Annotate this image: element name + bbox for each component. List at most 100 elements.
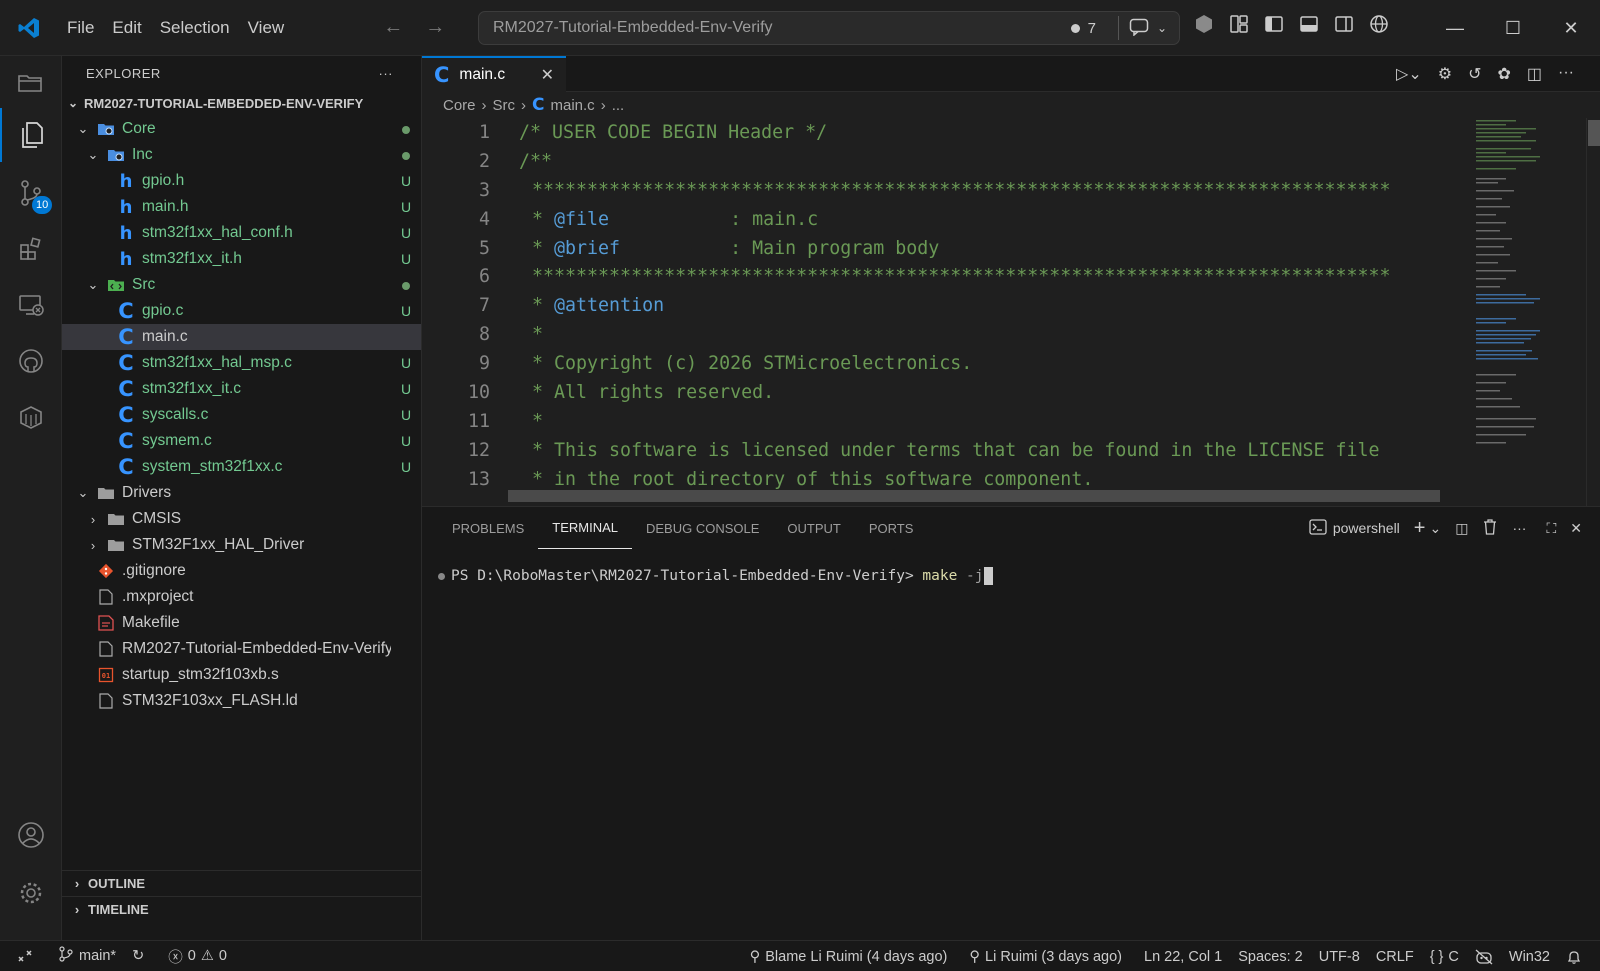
- openai-icon[interactable]: ✿: [1497, 64, 1510, 84]
- git-blame[interactable]: ⚲ Blame Li Ruimi (4 days ago): [742, 949, 956, 965]
- tab-terminal[interactable]: TERMINAL: [538, 507, 632, 549]
- line-endings[interactable]: CRLF: [1368, 949, 1422, 965]
- tab-main-c[interactable]: C main.c ✕: [422, 56, 566, 92]
- split-terminal-icon[interactable]: ◫: [1455, 520, 1468, 537]
- copilot-chat-icon[interactable]: [1129, 18, 1149, 39]
- explorer-files-icon[interactable]: [0, 108, 62, 162]
- file-gpio-c[interactable]: C gpio.c U: [62, 298, 421, 324]
- file-startup-s[interactable]: 01 startup_stm32f103xb.s: [62, 662, 421, 688]
- tab-ports[interactable]: PORTS: [855, 507, 928, 549]
- remote-explorer-icon[interactable]: [0, 278, 62, 332]
- outline-section[interactable]: › OUTLINE: [62, 870, 422, 896]
- back-arrow-icon[interactable]: ←: [383, 16, 403, 39]
- maximize-panel-icon[interactable]: ⛶: [1546, 520, 1556, 537]
- horizontal-scrollbar[interactable]: [508, 490, 1440, 502]
- settings-gear-icon[interactable]: ⚙: [1438, 64, 1452, 84]
- terminal-shell-name[interactable]: powershell: [1333, 520, 1400, 536]
- toggle-panel-icon[interactable]: [1299, 14, 1319, 37]
- copilot-icon[interactable]: [1467, 949, 1501, 965]
- menu-edit[interactable]: Edit: [103, 18, 150, 38]
- toggle-primary-sidebar-icon[interactable]: [1264, 14, 1284, 37]
- cursor-position[interactable]: Ln 22, Col 1: [1136, 949, 1230, 965]
- close-tab-icon[interactable]: ✕: [541, 65, 554, 85]
- file-sysmem-c[interactable]: C sysmem.c U: [62, 428, 421, 454]
- sync-icon[interactable]: ↻: [124, 948, 152, 964]
- file-main-h[interactable]: h main.h U: [62, 194, 421, 220]
- folder-src[interactable]: ⌄ Src: [62, 272, 421, 298]
- source-control-icon[interactable]: 10: [0, 166, 62, 220]
- menu-selection[interactable]: Selection: [151, 18, 239, 38]
- tab-problems[interactable]: PROBLEMS: [438, 507, 538, 549]
- menu-file[interactable]: File: [58, 18, 103, 38]
- folder-drivers[interactable]: ⌄ Drivers: [62, 480, 421, 506]
- customize-layout-icon[interactable]: [1229, 14, 1249, 37]
- accounts-icon[interactable]: [0, 808, 62, 862]
- forward-arrow-icon[interactable]: →: [425, 16, 445, 39]
- bell-icon[interactable]: [1558, 949, 1590, 965]
- close-window-icon[interactable]: ✕: [1542, 18, 1600, 39]
- history-icon[interactable]: ↺: [1468, 64, 1481, 84]
- menu-view[interactable]: View: [239, 18, 294, 38]
- minimap[interactable]: [1472, 118, 1592, 506]
- indentation[interactable]: Spaces: 2: [1230, 949, 1311, 965]
- toggle-secondary-sidebar-icon[interactable]: [1334, 14, 1354, 37]
- code-editor[interactable]: 1 /* USER CODE BEGIN Header */ 2 /** 3 *…: [422, 118, 1600, 506]
- maximize-icon[interactable]: ☐: [1484, 18, 1542, 39]
- file-syscalls-c[interactable]: C syscalls.c U: [62, 402, 421, 428]
- tab-debug-console[interactable]: DEBUG CONSOLE: [632, 507, 773, 549]
- chevron-down-icon[interactable]: ⌄: [1157, 21, 1167, 35]
- git-commit-icon: ⚲: [749, 948, 761, 965]
- breadcrumb-core[interactable]: Core: [443, 97, 476, 114]
- file-gpio-h[interactable]: h gpio.h U: [62, 168, 421, 194]
- editor-actions: ▷⌄ ⚙ ↺ ✿ ◫ ···: [1396, 64, 1574, 84]
- problems-indicator[interactable]: ⓧ 0 ⚠ 0: [160, 946, 235, 967]
- remote-indicator-icon[interactable]: [0, 941, 50, 971]
- explorer-folders-icon[interactable]: [0, 56, 62, 110]
- breadcrumb-symbol[interactable]: ...: [612, 97, 625, 114]
- file-gitignore[interactable]: .gitignore: [62, 558, 421, 584]
- file-makefile[interactable]: Makefile: [62, 610, 421, 636]
- file-mxproject[interactable]: .mxproject: [62, 584, 421, 610]
- breadcrumb-file[interactable]: main.c: [551, 97, 595, 114]
- file-main-c[interactable]: C main.c: [62, 324, 421, 350]
- containers-icon[interactable]: [0, 390, 62, 444]
- run-debug-icon[interactable]: ▷⌄: [1396, 64, 1422, 84]
- accounts-cube-icon[interactable]: [1194, 14, 1214, 37]
- folder-hal-driver[interactable]: › STM32F1xx_HAL_Driver: [62, 532, 421, 558]
- timeline-section[interactable]: › TIMELINE: [62, 896, 422, 922]
- file-ioc[interactable]: RM2027-Tutorial-Embedded-Env-Verify.ioc: [62, 636, 421, 662]
- command-center[interactable]: RM2027-Tutorial-Embedded-Env-Verify 7 ⌄: [478, 11, 1180, 45]
- breadcrumb-src[interactable]: Src: [493, 97, 516, 114]
- chevron-down-icon[interactable]: ⌄: [1429, 520, 1441, 537]
- folder-inc[interactable]: ⌄ Inc: [62, 142, 421, 168]
- language-mode[interactable]: { } C: [1422, 949, 1467, 965]
- more-actions-icon[interactable]: ···: [1558, 64, 1574, 84]
- workspace-root[interactable]: ⌄ RM2027-TUTORIAL-EMBEDDED-ENV-VERIFY: [62, 90, 421, 116]
- extensions-icon[interactable]: [0, 222, 62, 276]
- platform[interactable]: Win32: [1501, 949, 1558, 965]
- more-actions-icon[interactable]: ···: [1512, 520, 1526, 536]
- terminal-output[interactable]: PS D:\RoboMaster\RM2027-Tutorial-Embedde…: [438, 567, 993, 585]
- file-hal-conf-h[interactable]: h stm32f1xx_hal_conf.h U: [62, 220, 421, 246]
- folder-core[interactable]: ⌄ Core: [62, 116, 421, 142]
- git-author[interactable]: ⚲ Li Ruimi (3 days ago): [961, 949, 1130, 965]
- split-editor-icon[interactable]: ◫: [1527, 64, 1542, 84]
- close-panel-icon[interactable]: ✕: [1570, 520, 1582, 537]
- folder-cmsis[interactable]: › CMSIS: [62, 506, 421, 532]
- file-system-c[interactable]: C system_stm32f1xx.c U: [62, 454, 421, 480]
- file-flash-ld[interactable]: STM32F103xx_FLASH.ld: [62, 688, 421, 714]
- new-terminal-icon[interactable]: +: [1414, 517, 1426, 540]
- globe-icon[interactable]: [1369, 14, 1389, 37]
- tab-output[interactable]: OUTPUT: [773, 507, 854, 549]
- trash-icon[interactable]: [1482, 518, 1498, 539]
- file-it-h[interactable]: h stm32f1xx_it.h U: [62, 246, 421, 272]
- encoding[interactable]: UTF-8: [1311, 949, 1368, 965]
- minimize-icon[interactable]: —: [1426, 18, 1484, 39]
- file-it-c[interactable]: C stm32f1xx_it.c U: [62, 376, 421, 402]
- file-hal-msp-c[interactable]: C stm32f1xx_hal_msp.c U: [62, 350, 421, 376]
- branch-indicator[interactable]: main*: [50, 946, 124, 966]
- settings-gear-icon[interactable]: [0, 866, 62, 920]
- more-actions-icon[interactable]: ···: [379, 66, 394, 81]
- editor-scrollbar[interactable]: [1586, 118, 1600, 506]
- github-icon[interactable]: [0, 334, 62, 388]
